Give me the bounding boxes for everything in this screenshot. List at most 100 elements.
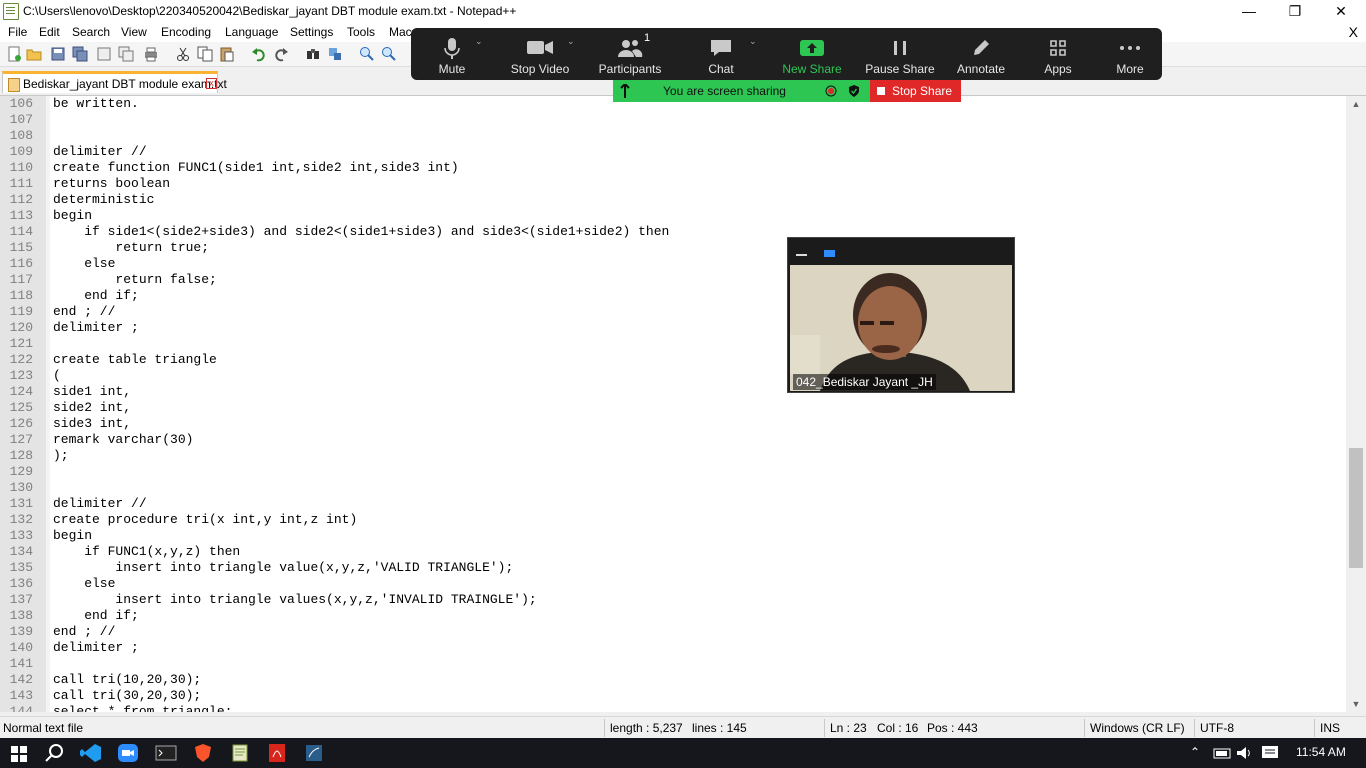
mute-button[interactable]: Mute bbox=[422, 34, 482, 78]
tab-document[interactable]: Bediskar_jayant DBT module exam.txt x bbox=[2, 71, 227, 93]
menu-encoding[interactable]: Encoding bbox=[161, 25, 211, 39]
line-number: 127 bbox=[9, 432, 33, 447]
line-number: 123 bbox=[9, 368, 33, 383]
drag-handle-icon[interactable] bbox=[619, 84, 631, 98]
find-icon[interactable] bbox=[305, 46, 321, 62]
stop-share-button[interactable]: Stop Share bbox=[870, 80, 961, 102]
line-number: 141 bbox=[9, 656, 33, 671]
copy-icon[interactable] bbox=[197, 46, 213, 62]
column-status: Col : 16 bbox=[877, 721, 919, 735]
chat-label: Chat bbox=[708, 62, 734, 76]
participants-button[interactable]: 1 Participants bbox=[596, 32, 664, 78]
stop-video-label: Stop Video bbox=[510, 62, 570, 76]
line-number: 143 bbox=[9, 688, 33, 703]
shield-icon[interactable] bbox=[848, 84, 860, 98]
chat-button[interactable]: Chat bbox=[691, 34, 751, 78]
close-all-icon[interactable] bbox=[118, 46, 134, 62]
new-share-label: New Share bbox=[782, 62, 842, 76]
cut-icon[interactable] bbox=[175, 46, 191, 62]
line-number: 115 bbox=[9, 240, 33, 255]
battery-icon[interactable] bbox=[1212, 743, 1234, 763]
save-icon[interactable] bbox=[50, 46, 66, 62]
code-text: else bbox=[53, 256, 116, 271]
restore-video-icon[interactable] bbox=[824, 250, 835, 257]
search-icon[interactable] bbox=[44, 743, 66, 763]
zoom-app-icon[interactable] bbox=[117, 743, 139, 763]
terminal-icon[interactable] bbox=[155, 743, 177, 763]
code-text: end if; bbox=[53, 608, 139, 623]
line-number: 133 bbox=[9, 528, 33, 543]
clock[interactable]: 11:54 AM bbox=[1296, 745, 1346, 759]
code-editor[interactable]: 106 be written. 107 108 109 delimiter // 110 cr… bbox=[0, 96, 1346, 712]
menu-edit[interactable]: Edit bbox=[39, 25, 60, 39]
menu-language[interactable]: Language bbox=[225, 25, 278, 39]
pause-share-button[interactable]: Pause Share bbox=[864, 34, 936, 78]
menu-settings[interactable]: Settings bbox=[290, 25, 333, 39]
tab-close-icon[interactable]: x bbox=[206, 78, 217, 89]
windows-start-icon[interactable] bbox=[8, 743, 30, 763]
brave-browser-icon[interactable] bbox=[192, 743, 214, 763]
more-button[interactable]: More bbox=[1101, 34, 1159, 78]
record-icon[interactable] bbox=[825, 85, 837, 97]
minimize-video-icon[interactable] bbox=[796, 254, 807, 256]
microphone-icon bbox=[444, 38, 460, 59]
print-icon[interactable] bbox=[143, 46, 159, 62]
annotate-button[interactable]: Annotate bbox=[951, 34, 1011, 78]
undo-icon[interactable] bbox=[251, 46, 267, 62]
close-document-icon[interactable]: X bbox=[1349, 24, 1358, 40]
line-number: 117 bbox=[9, 272, 33, 287]
save-all-icon[interactable] bbox=[72, 46, 88, 62]
code-text: end if; bbox=[53, 288, 139, 303]
apps-label: Apps bbox=[1044, 62, 1072, 76]
chevron-down-icon[interactable]: ⌄ bbox=[567, 36, 575, 47]
close-file-icon[interactable] bbox=[96, 46, 112, 62]
paste-icon[interactable] bbox=[219, 46, 235, 62]
mysql-workbench-icon[interactable] bbox=[303, 743, 325, 763]
maximize-button[interactable]: ❐ bbox=[1272, 0, 1318, 22]
pdf-reader-icon[interactable] bbox=[266, 743, 288, 763]
redo-icon[interactable] bbox=[273, 46, 289, 62]
code-text: ( bbox=[53, 368, 61, 383]
participant-name: 042_Bediskar Jayant _JH bbox=[793, 374, 936, 390]
show-hidden-icons[interactable]: ⌃ bbox=[1190, 745, 1200, 759]
eol-status: Windows (CR LF) bbox=[1090, 721, 1185, 735]
replace-icon[interactable] bbox=[327, 46, 343, 62]
minimize-button[interactable]: — bbox=[1226, 0, 1272, 22]
chat-icon bbox=[711, 40, 731, 56]
scroll-up-icon[interactable]: ▲ bbox=[1346, 96, 1366, 112]
menu-file[interactable]: File bbox=[8, 25, 27, 39]
open-file-icon[interactable] bbox=[26, 46, 42, 62]
lines-status: lines : 145 bbox=[692, 721, 747, 735]
new-file-icon[interactable] bbox=[6, 46, 22, 62]
zoom-meeting-toolbar: Mute ⌄ Stop Video ⌄ 1 Participants Chat … bbox=[411, 28, 1162, 80]
status-divider bbox=[604, 719, 605, 737]
menu-tools[interactable]: Tools bbox=[347, 25, 375, 39]
menu-view[interactable]: View bbox=[121, 25, 147, 39]
close-button[interactable]: ✕ bbox=[1318, 0, 1364, 22]
line-number: 142 bbox=[9, 672, 33, 687]
notification-icon[interactable] bbox=[1259, 743, 1281, 763]
chevron-down-icon[interactable]: ⌄ bbox=[475, 36, 483, 47]
scroll-down-icon[interactable]: ▼ bbox=[1346, 696, 1366, 712]
status-bar: Normal text file length : 5,237 lines : … bbox=[0, 716, 1366, 739]
stop-square-icon bbox=[877, 87, 885, 95]
chevron-down-icon[interactable]: ⌄ bbox=[749, 36, 757, 47]
zoom-in-icon[interactable] bbox=[359, 46, 375, 62]
apps-button[interactable]: Apps bbox=[1028, 34, 1088, 78]
notepad-plus-plus-taskbar-icon[interactable] bbox=[229, 743, 251, 763]
code-text: create table triangle bbox=[53, 352, 217, 367]
fold-margin bbox=[46, 96, 50, 712]
screen-sharing-banner[interactable]: You are screen sharing bbox=[613, 80, 870, 102]
zoom-out-icon[interactable] bbox=[381, 46, 397, 62]
stop-video-button[interactable]: Stop Video bbox=[507, 34, 573, 78]
vertical-scrollbar[interactable]: ▲ ▼ bbox=[1346, 96, 1366, 712]
menu-search[interactable]: Search bbox=[72, 25, 110, 39]
stop-share-label: Stop Share bbox=[892, 84, 953, 98]
scrollbar-thumb[interactable] bbox=[1349, 448, 1363, 568]
line-number: 139 bbox=[9, 624, 33, 639]
menu-macro[interactable]: Mac bbox=[389, 25, 412, 39]
video-thumbnail-window[interactable]: 042_Bediskar Jayant _JH bbox=[787, 237, 1015, 393]
vscode-icon[interactable] bbox=[80, 743, 102, 763]
new-share-button[interactable]: New Share bbox=[779, 34, 845, 78]
volume-icon[interactable] bbox=[1234, 743, 1256, 763]
